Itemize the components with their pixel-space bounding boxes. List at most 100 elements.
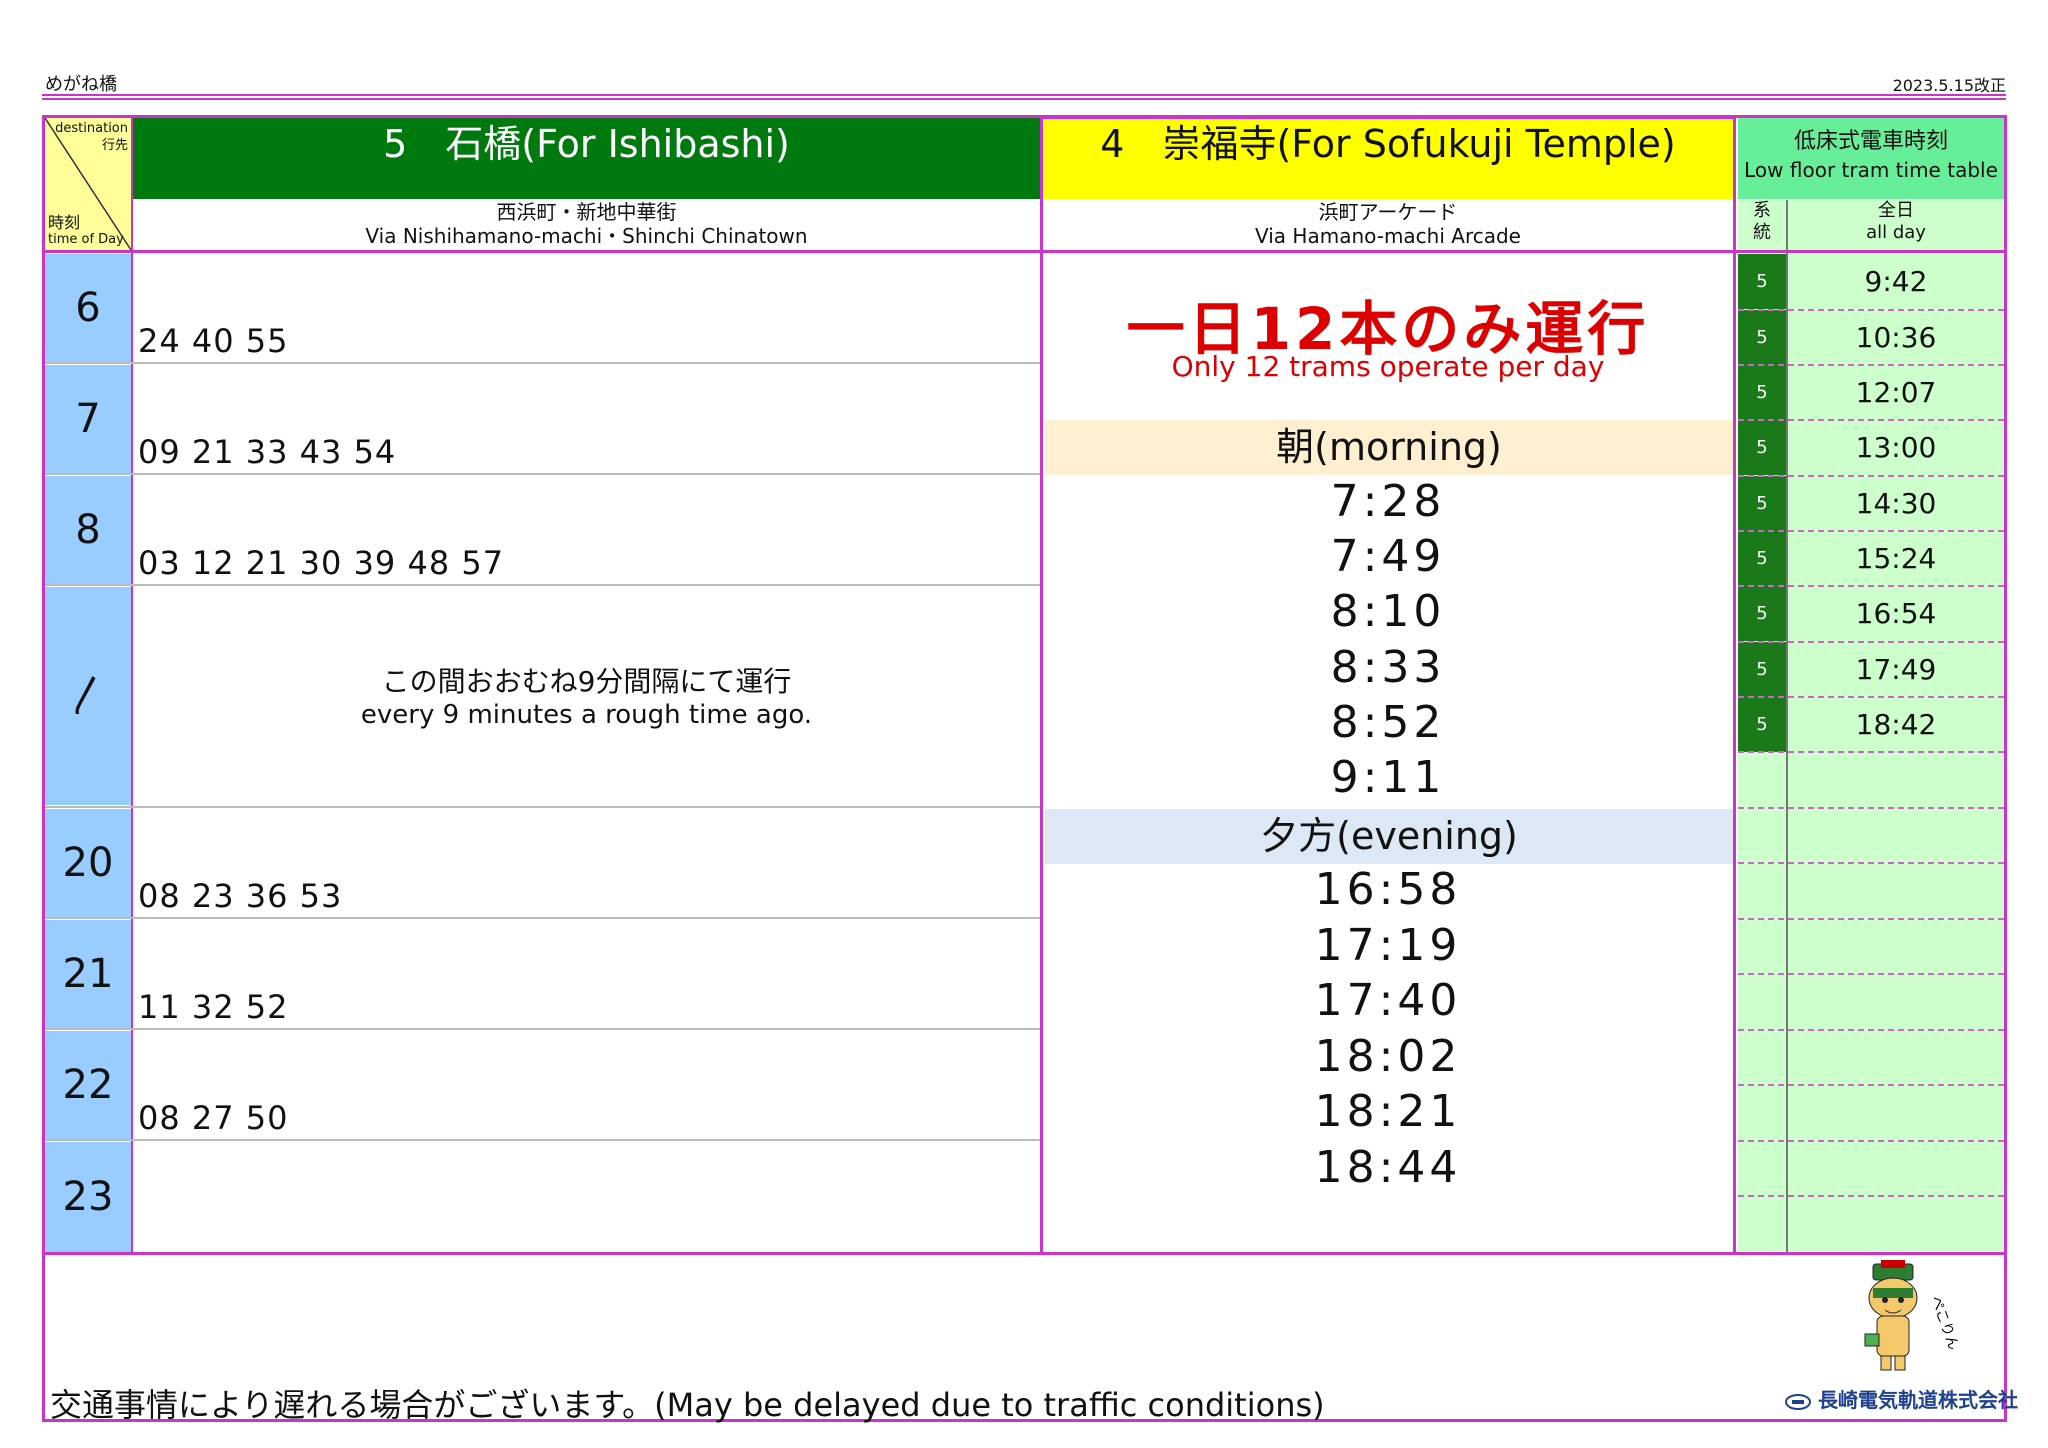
sofukuji-via-en: Via Hamano-machi Arcade <box>1255 224 1521 248</box>
corner-destination-en: destination <box>55 121 128 136</box>
row-line <box>45 1028 1040 1030</box>
lowfloor-time: 13:00 <box>1788 420 2004 475</box>
hour-21: 21 <box>45 920 131 1028</box>
header-bottom-rule <box>45 250 2004 253</box>
row-line <box>45 473 1040 475</box>
mascot-icon: ぺこりん <box>1864 1260 1961 1371</box>
hour-continuation: 〳 <box>45 587 131 805</box>
lowfloor-separator <box>1738 1140 2004 1142</box>
lowfloor-separator <box>1738 751 2004 753</box>
hour-7: 7 <box>45 365 131 473</box>
minutes-22: 08 27 50 <box>138 1099 289 1137</box>
corner-cell: destination 行先 時刻 time of Day <box>45 118 131 250</box>
lowfloor-separator <box>1738 973 2004 975</box>
lowfloor-separator <box>1738 419 2004 421</box>
evening-time: 16:58 <box>1314 864 1462 915</box>
sofukuji-via-jp: 浜町アーケード <box>1318 200 1458 224</box>
ishibashi-via-jp: 西浜町・新地中華街 <box>496 200 677 224</box>
lowfloor-empty-time <box>1788 752 2004 1252</box>
allday-en: all day <box>1866 222 1926 243</box>
minutes-20: 08 23 36 53 <box>138 877 343 915</box>
header-rule <box>42 94 2006 100</box>
company-logo: 長崎電気軌道株式会社 <box>1785 1384 2018 1413</box>
interval-note-jp: この間おおむね9分間隔にて運行 <box>381 665 792 698</box>
lowfloor-header: 低床式電車時刻 Low floor tram time table <box>1738 118 2004 199</box>
lowfloor-separator <box>1738 1029 2004 1031</box>
sofukuji-via: 浜町アーケード Via Hamano-machi Arcade <box>1043 200 1733 250</box>
hour-6: 6 <box>45 254 131 362</box>
lowfloor-route: 5 <box>1738 586 1786 641</box>
lowfloor-separator <box>1738 641 2004 643</box>
company-name: 長崎電気軌道株式会社 <box>1817 1388 2018 1412</box>
hour-20: 20 <box>45 809 131 917</box>
morning-time: 8:33 <box>1330 642 1446 693</box>
minutes-7: 09 21 33 43 54 <box>138 433 397 471</box>
lowfloor-separator <box>1738 1084 2004 1086</box>
lowfloor-separator <box>1738 918 2004 920</box>
lowfloor-time: 16:54 <box>1788 586 2004 641</box>
corner-time-en: time of Day <box>48 232 124 247</box>
row-line <box>45 1139 1040 1141</box>
row-line <box>45 806 1040 808</box>
table-bottom-rule <box>45 1252 2004 1255</box>
lowfloor-route: 5 <box>1738 642 1786 697</box>
row-line <box>45 584 1040 586</box>
corner-time-jp: 時刻 <box>48 213 81 232</box>
evening-time: 18:21 <box>1314 1086 1462 1137</box>
minutes-21: 11 32 52 <box>138 988 289 1026</box>
lowfloor-separator <box>1738 530 2004 532</box>
lowfloor-route: 5 <box>1738 697 1786 752</box>
lowfloor-separator <box>1738 475 2004 477</box>
lowfloor-empty-route <box>1738 752 1786 1252</box>
morning-band: 朝(morning) <box>1045 420 1733 475</box>
ishibashi-via: 西浜町・新地中華街 Via Nishihamano-machi・Shinchi … <box>133 200 1040 250</box>
evening-time: 17:40 <box>1314 975 1462 1026</box>
minutes-8: 03 12 21 30 39 48 57 <box>138 544 505 582</box>
lowfloor-separator <box>1738 309 2004 311</box>
lowfloor-time: 17:49 <box>1788 642 2004 697</box>
lowfloor-header-en: Low floor tram time table <box>1744 158 1998 182</box>
lowfloor-route: 5 <box>1738 365 1786 420</box>
evening-time: 18:44 <box>1314 1142 1462 1193</box>
route-label-1: 系 <box>1753 200 1771 221</box>
route-column-header: 系 統 <box>1738 200 1786 250</box>
lowfloor-time: 12:07 <box>1788 365 2004 420</box>
lowfloor-time: 14:30 <box>1788 476 2004 531</box>
morning-time: 7:28 <box>1330 476 1446 527</box>
lowfloor-route: 5 <box>1738 476 1786 531</box>
delay-notice: 交通事情により遅れる場合がございます。(May be delayed due t… <box>50 1386 1325 1424</box>
lowfloor-time: 15:24 <box>1788 531 2004 586</box>
lowfloor-time: 9:42 <box>1788 254 2004 309</box>
sofukuji-header: 4 崇福寺(For Sofukuji Temple) <box>1043 118 1733 199</box>
ishibashi-via-en: Via Nishihamano-machi・Shinchi Chinatown <box>365 224 808 248</box>
morning-time: 8:10 <box>1330 586 1446 637</box>
lowfloor-time: 10:36 <box>1788 310 2004 365</box>
lowfloor-route: 5 <box>1738 254 1786 309</box>
allday-jp: 全日 <box>1878 200 1914 221</box>
mascot-illustration: ぺこりん <box>1845 1258 1965 1382</box>
sofukuji-notice-en: Only 12 trams operate per day <box>1171 350 1605 383</box>
lowfloor-route: 5 <box>1738 420 1786 475</box>
sofukuji-top-rule <box>1040 116 1734 119</box>
lowfloor-separator <box>1738 807 2004 809</box>
morning-time: 7:49 <box>1330 531 1446 582</box>
allday-column-header: 全日 all day <box>1788 200 2004 250</box>
sofukuji-divider <box>1733 118 1736 1252</box>
lowfloor-header-jp: 低床式電車時刻 <box>1793 129 1948 154</box>
company-emblem-icon <box>1785 1393 1811 1410</box>
hour-22: 22 <box>45 1031 131 1139</box>
station-name: めがね橋 <box>45 74 117 95</box>
lowfloor-separator <box>1738 696 2004 698</box>
lowfloor-route: 5 <box>1738 531 1786 586</box>
lowfloor-separator <box>1738 585 2004 587</box>
corner-destination-jp: 行先 <box>101 138 128 153</box>
evening-time: 17:19 <box>1314 920 1462 971</box>
morning-time: 9:11 <box>1330 752 1446 803</box>
minutes-6: 24 40 55 <box>138 322 289 360</box>
ishibashi-header: 5 石橋(For Ishibashi) <box>133 118 1040 199</box>
row-line <box>45 917 1040 919</box>
lowfloor-separator <box>1738 862 2004 864</box>
morning-time: 8:52 <box>1330 697 1446 748</box>
row-line <box>45 362 1040 364</box>
lowfloor-route: 5 <box>1738 310 1786 365</box>
